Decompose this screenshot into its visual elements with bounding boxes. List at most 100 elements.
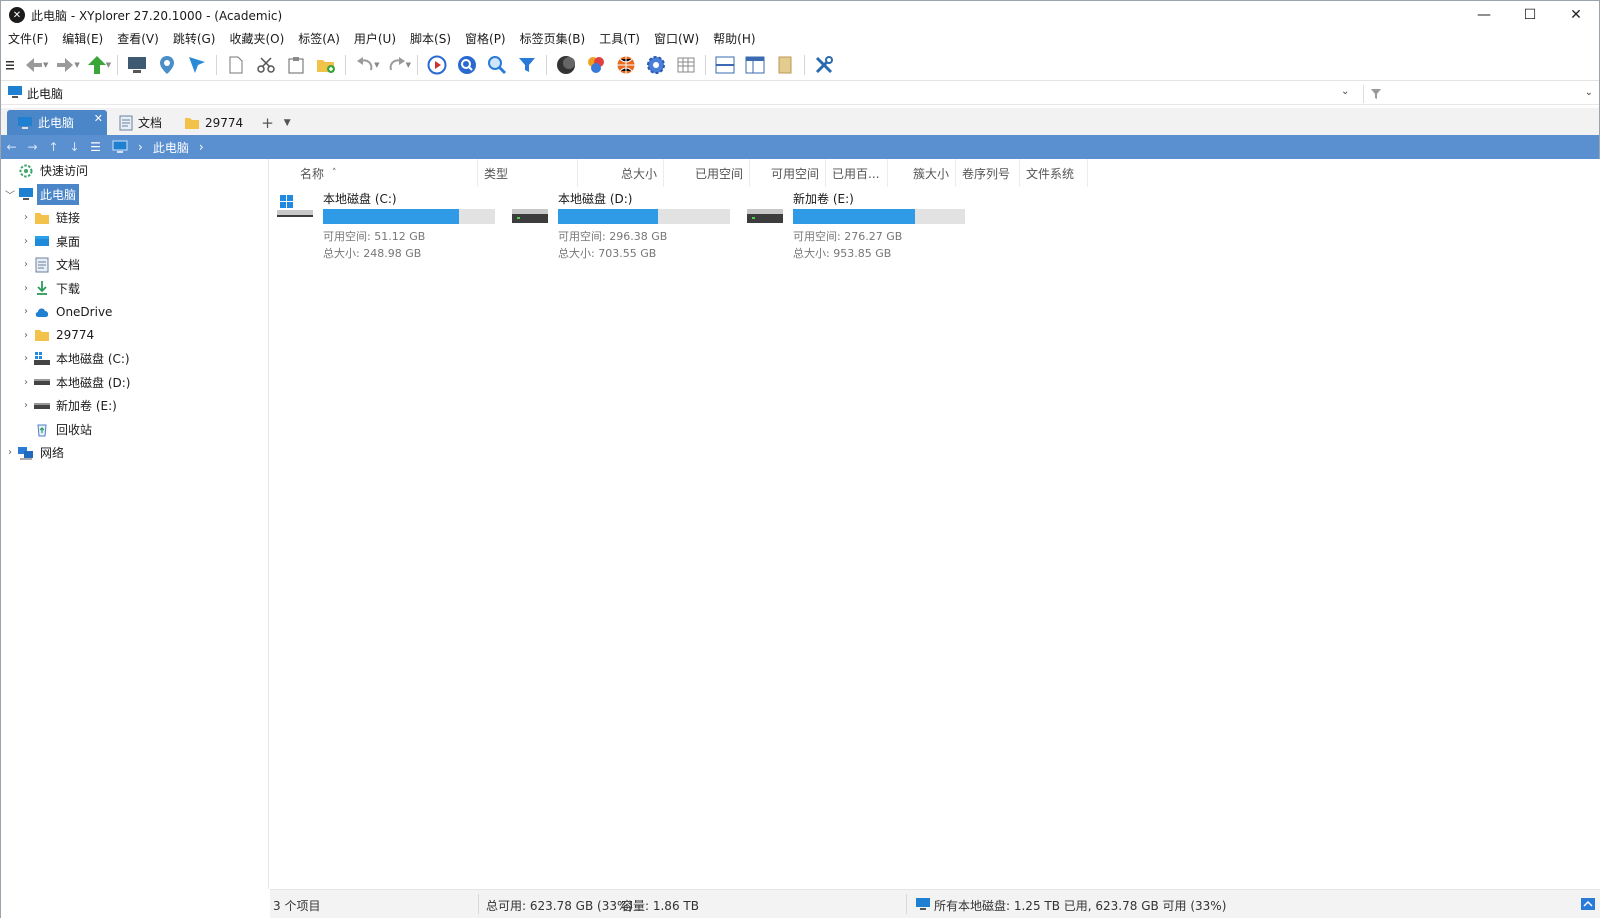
forward-dropdown-icon[interactable]: ▼ (74, 61, 79, 69)
color-filter-button[interactable] (581, 51, 611, 79)
drive-tile[interactable]: 本地磁盘 (C:) 可用空间: 51.12 GB 总大小: 248.98 GB (273, 187, 505, 260)
chevron-right-icon[interactable]: › (19, 306, 33, 317)
expand-panel-icon[interactable] (1581, 898, 1595, 910)
chevron-right-icon[interactable]: › (19, 283, 33, 294)
chevron-right-icon[interactable]: › (19, 236, 33, 247)
minimize-button[interactable]: — (1461, 1, 1507, 29)
chevron-right-icon[interactable]: › (19, 259, 33, 270)
live-filter-box[interactable]: ⌄ (1363, 85, 1599, 103)
chevron-right-icon[interactable]: › (19, 377, 33, 388)
column-free-space[interactable]: 可用空间 (750, 159, 826, 187)
dark-mode-button[interactable] (551, 51, 581, 79)
chevron-right-icon[interactable]: › (199, 140, 204, 154)
computer-icon[interactable] (112, 140, 128, 154)
tree-item[interactable]: › 本地磁盘 (C:) (1, 347, 268, 371)
column-used-space[interactable]: 已用空间 (664, 159, 750, 187)
tree-item[interactable]: › 文档 (1, 253, 268, 277)
paste-button[interactable] (281, 51, 311, 79)
crumb-down-icon[interactable]: ↓ (64, 140, 85, 154)
crumb-up-icon[interactable]: ↑ (43, 140, 64, 154)
chevron-right-icon[interactable]: › (19, 353, 33, 364)
menu-window[interactable]: 窗口(W) (647, 29, 706, 49)
column-volume-serial[interactable]: 卷序列号 (956, 159, 1020, 187)
tree-item[interactable]: › 桌面 (1, 230, 268, 254)
new-tab-button[interactable]: + (255, 110, 280, 135)
crumb-forward-icon[interactable]: → (22, 140, 43, 154)
cut-button[interactable] (251, 51, 281, 79)
search-button[interactable] (482, 51, 512, 79)
tree-item[interactable]: ﹀ 此电脑 (1, 183, 268, 207)
drive-tile[interactable]: 新加卷 (E:) 可用空间: 276.27 GB 总大小: 953.85 GB (743, 187, 975, 260)
layout-button[interactable] (740, 51, 770, 79)
column-file-system[interactable]: 文件系统 (1020, 159, 1088, 187)
crumb-menu-icon[interactable]: ☰ (85, 140, 106, 154)
close-button[interactable]: ✕ (1553, 1, 1599, 29)
back-dropdown-icon[interactable]: ▼ (43, 61, 48, 69)
tree-item[interactable]: 快速访问 (1, 159, 268, 183)
filter-dropdown-icon[interactable]: ⌄ (1585, 87, 1593, 98)
crumb-back-icon[interactable]: ← (1, 140, 22, 154)
breadcrumb-current[interactable]: 此电脑 (153, 139, 189, 156)
tab-list-dropdown-icon[interactable]: ▼ (280, 110, 295, 135)
bookmark-button[interactable] (770, 51, 800, 79)
play-button[interactable] (422, 51, 452, 79)
computer-button[interactable] (122, 51, 152, 79)
location-button[interactable] (152, 51, 182, 79)
new-folder-button[interactable] (311, 51, 341, 79)
column-name[interactable]: 名称 ˄ (270, 159, 478, 187)
up-dropdown-icon[interactable]: ▼ (106, 61, 111, 69)
column-type[interactable]: 类型 (478, 159, 578, 187)
redo-icon (389, 56, 405, 70)
computer-icon (17, 186, 35, 202)
menu-help[interactable]: 帮助(H) (706, 29, 762, 49)
menu-tools[interactable]: 工具(T) (592, 29, 647, 49)
configuration-button[interactable] (809, 51, 839, 79)
visual-filter-button[interactable] (611, 51, 641, 79)
tree-item[interactable]: › 下载 (1, 277, 268, 301)
menu-user[interactable]: 用户(U) (347, 29, 403, 49)
chevron-down-icon[interactable]: ﹀ (3, 187, 17, 202)
redo-dropdown-icon[interactable]: ▼ (406, 61, 411, 69)
chevron-right-icon[interactable]: › (19, 212, 33, 223)
menu-view[interactable]: 查看(V) (110, 29, 166, 49)
tab-documents[interactable]: 文档 (109, 110, 172, 135)
tree-item[interactable]: › OneDrive (1, 300, 268, 324)
menu-scripting[interactable]: 脚本(S) (403, 29, 458, 49)
maximize-button[interactable]: ☐ (1507, 1, 1553, 29)
column-total-size[interactable]: 总大小 (578, 159, 664, 187)
address-dropdown-icon[interactable]: ⌄ (1341, 86, 1349, 97)
address-bar[interactable]: 此电脑 ⌄ ⌄ (1, 83, 1599, 105)
menu-tabsets[interactable]: 标签页集(B) (513, 29, 593, 49)
menu-file[interactable]: 文件(F) (1, 29, 55, 49)
menu-tags[interactable]: 标签(A) (291, 29, 347, 49)
drive-tile[interactable]: 本地磁盘 (D:) 可用空间: 296.38 GB 总大小: 703.55 GB (508, 187, 740, 260)
close-tab-icon[interactable]: ✕ (94, 112, 103, 125)
tab-29774[interactable]: 29774 (174, 110, 253, 135)
zoom-search-button[interactable] (452, 51, 482, 79)
settings-gear-button[interactable] (641, 51, 671, 79)
tree-item[interactable]: › 29774 (1, 324, 268, 348)
tree-item[interactable]: › 链接 (1, 206, 268, 230)
menu-go[interactable]: 跳转(G) (166, 29, 223, 49)
drive-icon (33, 398, 51, 414)
dual-pane-button[interactable] (710, 51, 740, 79)
chevron-right-icon[interactable]: › (19, 330, 33, 341)
filter-button[interactable] (512, 51, 542, 79)
new-file-button[interactable] (221, 51, 251, 79)
grid-view-button[interactable] (671, 51, 701, 79)
chevron-right-icon[interactable]: › (3, 447, 17, 458)
column-cluster-size[interactable]: 簇大小 (888, 159, 956, 187)
chevron-right-icon[interactable]: › (19, 400, 33, 411)
tree-item[interactable]: 回收站 (1, 418, 268, 442)
tree-item[interactable]: › 网络 (1, 441, 268, 465)
tab-this-pc[interactable]: 此电脑 ✕ (7, 110, 107, 135)
menu-favorites[interactable]: 收藏夹(O) (222, 29, 291, 49)
tree-item[interactable]: › 新加卷 (E:) (1, 394, 268, 418)
hamburger-menu-button[interactable] (1, 51, 19, 79)
menu-edit[interactable]: 编辑(E) (55, 29, 110, 49)
menu-panes[interactable]: 窗格(P) (458, 29, 513, 49)
tree-item[interactable]: › 本地磁盘 (D:) (1, 371, 268, 395)
go-to-button[interactable] (182, 51, 212, 79)
column-used-percent[interactable]: 已用百... (826, 159, 888, 187)
undo-dropdown-icon[interactable]: ▼ (374, 61, 379, 69)
